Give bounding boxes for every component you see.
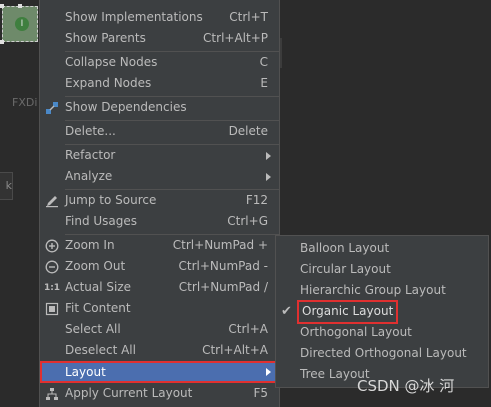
resize-handle[interactable]: [0, 40, 4, 44]
submenu-item-orthogonal-layout[interactable]: Orthogonal Layout: [276, 322, 488, 343]
submenu-item-balloon-layout[interactable]: Balloon Layout: [276, 238, 488, 259]
submenu-item-organic-layout[interactable]: ✔ Organic Layout: [276, 300, 488, 324]
menu-item-actual-size[interactable]: 1:1 Actual Size Ctrl+NumPad /: [40, 277, 279, 298]
watermark: CSDN @冰 河: [357, 377, 455, 395]
menu-item-deselect-all[interactable]: Deselect All Ctrl+Alt+A: [40, 340, 279, 361]
menu-item-show-parents[interactable]: Show Parents Ctrl+Alt+P: [40, 28, 279, 49]
menu-item-expand-nodes[interactable]: Expand Nodes E: [40, 73, 279, 94]
checkmark-icon: ✔: [281, 304, 292, 319]
menu-item-analyze[interactable]: Analyze: [40, 166, 279, 187]
submenu-arrow-icon: [266, 368, 271, 376]
submenu-arrow-icon: [266, 152, 271, 160]
class-node-fragment: FXDi: [12, 96, 38, 109]
zoom-out-icon: [45, 260, 59, 274]
apply-layout-icon: [45, 387, 59, 401]
menu-item-show-implementations[interactable]: Show Implementations Ctrl+T: [40, 7, 279, 28]
menu-item-zoom-out[interactable]: Zoom Out Ctrl+NumPad -: [40, 256, 279, 277]
actual-size-icon: 1:1: [43, 282, 61, 293]
menu-item-refactor[interactable]: Refactor: [40, 145, 279, 166]
fit-content-icon: [45, 302, 59, 316]
zoom-in-icon: [45, 239, 59, 253]
submenu-item-directed-orthogonal-layout[interactable]: Directed Orthogonal Layout: [276, 343, 488, 364]
resize-handle[interactable]: [0, 4, 4, 8]
node-fragment-left: k: [0, 172, 13, 200]
resize-handle[interactable]: [18, 4, 22, 8]
diagram-edge: [280, 38, 282, 68]
menu-item-jump-to-source[interactable]: Jump to Source F12: [40, 190, 279, 211]
menu-item-collapse-nodes[interactable]: Collapse Nodes C: [40, 52, 279, 73]
pencil-icon: [45, 194, 59, 208]
context-menu: Show Implementations Ctrl+T Show Parents…: [39, 0, 280, 407]
menu-item-layout[interactable]: Layout: [40, 361, 279, 383]
menu-item-zoom-in[interactable]: Zoom In Ctrl+NumPad +: [40, 235, 279, 256]
menu-item-apply-current-layout[interactable]: Apply Current Layout F5: [40, 383, 279, 404]
menu-item-fit-content[interactable]: Fit Content: [40, 298, 279, 319]
menu-item-delete[interactable]: Delete... Delete: [40, 121, 279, 142]
menu-item-show-dependencies[interactable]: Show Dependencies: [40, 97, 279, 118]
submenu-item-circular-layout[interactable]: Circular Layout: [276, 259, 488, 280]
interface-icon: I: [15, 17, 29, 31]
menu-item-find-usages[interactable]: Find Usages Ctrl+G: [40, 211, 279, 232]
submenu-item-hierarchic-group-layout[interactable]: Hierarchic Group Layout: [276, 280, 488, 301]
layout-submenu: Balloon Layout Circular Layout Hierarchi…: [275, 235, 489, 388]
dependencies-icon: [45, 101, 59, 115]
menu-item-select-all[interactable]: Select All Ctrl+A: [40, 319, 279, 340]
submenu-arrow-icon: [266, 173, 271, 181]
selected-node[interactable]: I: [0, 4, 38, 44]
